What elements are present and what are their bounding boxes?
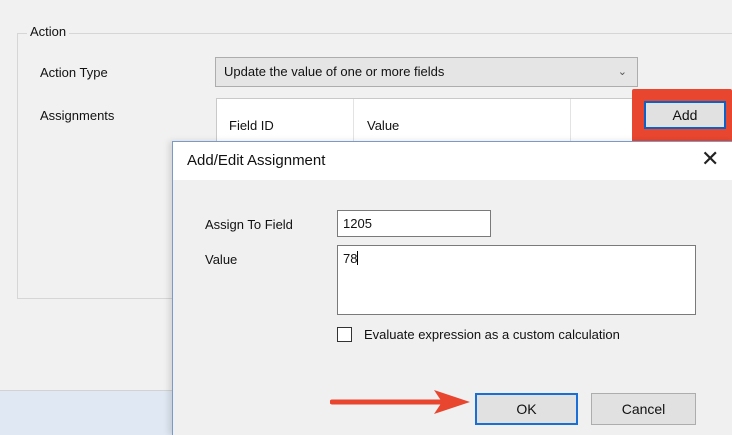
column-header-field-id[interactable]: Field ID (229, 118, 274, 133)
custom-calculation-checkbox[interactable] (337, 327, 352, 342)
close-icon[interactable]: ✕ (701, 146, 719, 172)
dialog-titlebar[interactable]: Add/Edit Assignment ✕ (173, 142, 732, 180)
cancel-button[interactable]: Cancel (591, 393, 696, 425)
value-textarea[interactable]: 78 (337, 245, 696, 315)
ok-button[interactable]: OK (475, 393, 578, 425)
text-caret (357, 251, 359, 265)
annotation-arrow-icon (330, 390, 470, 414)
value-label: Value (205, 252, 238, 267)
column-divider (353, 99, 354, 144)
action-type-value: Update the value of one or more fields (224, 64, 445, 79)
action-type-select[interactable]: Update the value of one or more fields ⌄ (215, 57, 638, 87)
value-text: 78 (343, 251, 358, 266)
assign-to-field-input[interactable]: 1205 (337, 210, 491, 237)
add-button[interactable]: Add (644, 101, 726, 129)
action-group-legend: Action (27, 24, 70, 39)
dialog-title: Add/Edit Assignment (187, 152, 326, 169)
action-type-label: Action Type (40, 65, 108, 80)
column-header-value[interactable]: Value (367, 118, 399, 133)
chevron-down-icon[interactable]: ⌄ (618, 58, 627, 86)
column-divider (570, 99, 571, 144)
assign-to-field-label: Assign To Field (205, 217, 293, 232)
custom-calculation-label[interactable]: Evaluate expression as a custom calculat… (364, 327, 620, 342)
assignments-label: Assignments (40, 108, 115, 123)
